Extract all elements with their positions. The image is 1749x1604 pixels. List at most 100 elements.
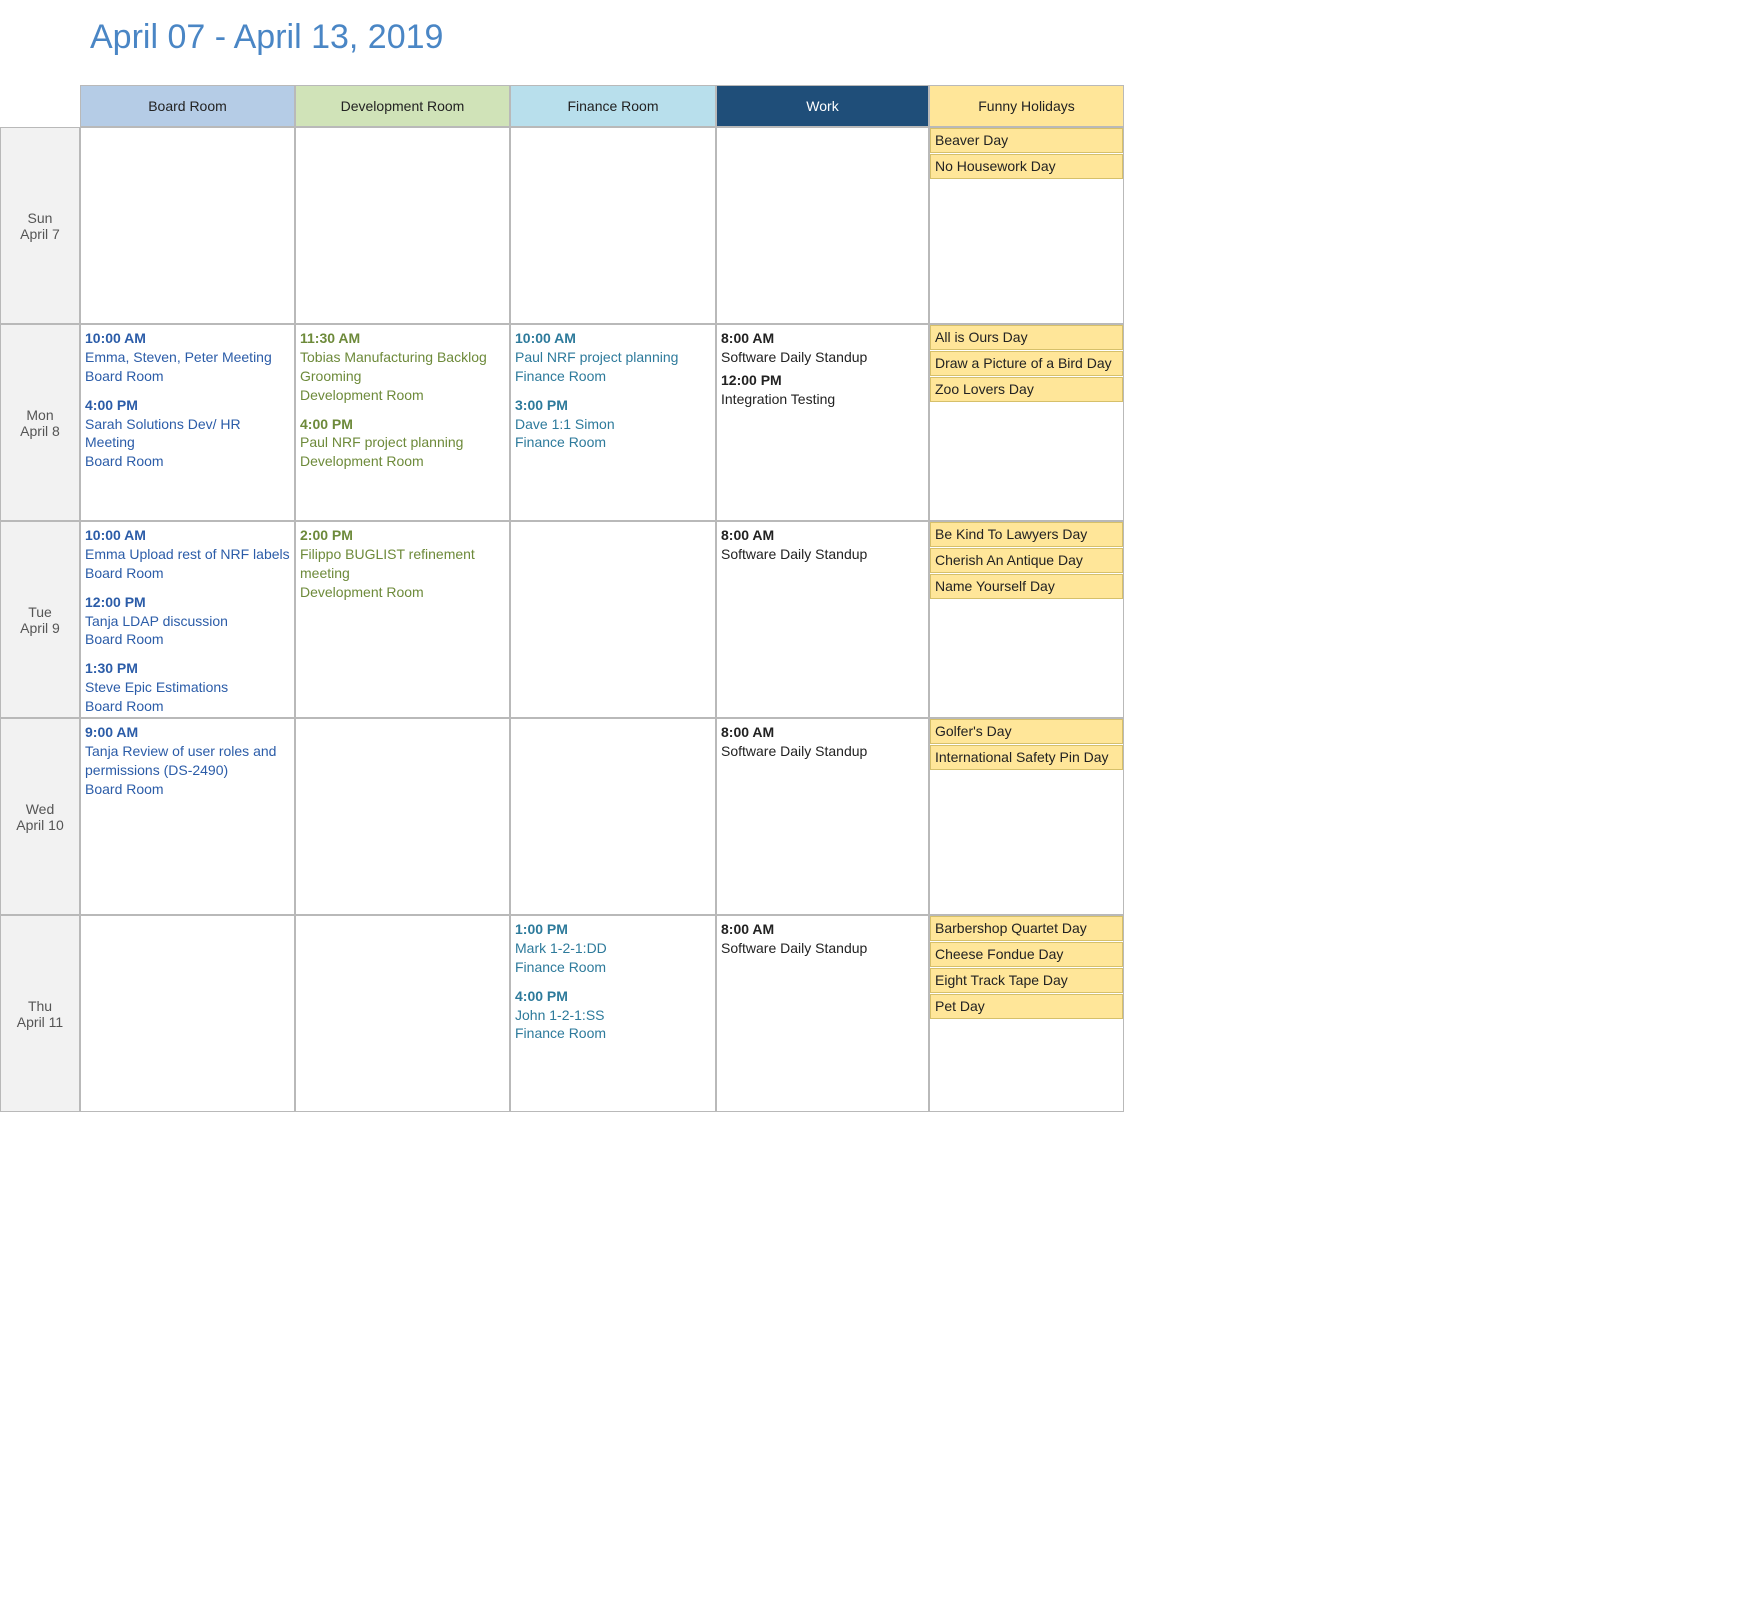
day-label: TueApril 9 — [0, 521, 80, 718]
event-time: 9:00 AM — [85, 723, 290, 742]
event-text: Board Room — [85, 630, 290, 649]
day-dow: Mon — [5, 407, 75, 423]
event-text: Software Daily Standup — [721, 348, 924, 367]
event[interactable]: 10:00 AMEmma, Steven, Peter MeetingBoard… — [85, 329, 290, 386]
event[interactable]: 12:00 PMIntegration Testing — [721, 371, 924, 409]
event[interactable]: 8:00 AMSoftware Daily Standup — [721, 329, 924, 367]
holiday-item[interactable]: Be Kind To Lawyers Day — [930, 522, 1123, 547]
holiday-item[interactable]: Cherish An Antique Day — [930, 548, 1123, 573]
cell-holidays[interactable]: Beaver DayNo Housework Day — [929, 127, 1124, 324]
event[interactable]: 8:00 AMSoftware Daily Standup — [721, 723, 924, 761]
event-text: Tanja LDAP discussion — [85, 612, 290, 631]
cell-dev[interactable] — [295, 127, 510, 324]
cell-work[interactable]: 8:00 AMSoftware Daily Standup — [716, 915, 929, 1112]
event-text: Tanja Review of user roles and permissio… — [85, 742, 290, 780]
holiday-item[interactable]: Draw a Picture of a Bird Day — [930, 351, 1123, 376]
event[interactable]: 4:00 PMSarah Solutions Dev/ HR MeetingBo… — [85, 396, 290, 472]
event[interactable]: 3:00 PMDave 1:1 SimonFinance Room — [515, 396, 711, 453]
event[interactable]: 1:00 PMMark 1-2-1:DDFinance Room — [515, 920, 711, 977]
event-time: 4:00 PM — [300, 415, 505, 434]
event-text: Paul NRF project planning — [300, 433, 505, 452]
holiday-item[interactable]: Zoo Lovers Day — [930, 377, 1123, 402]
event[interactable]: 12:00 PMTanja LDAP discussionBoard Room — [85, 593, 290, 650]
event-text: Finance Room — [515, 433, 711, 452]
cell-work[interactable]: 8:00 AMSoftware Daily Standup — [716, 521, 929, 718]
holiday-item[interactable]: Golfer's Day — [930, 719, 1123, 744]
event-text: Paul NRF project planning — [515, 348, 711, 367]
cell-dev[interactable]: 2:00 PMFilippo BUGLIST refinement meetin… — [295, 521, 510, 718]
event-text: Board Room — [85, 564, 290, 583]
holiday-item[interactable]: Barbershop Quartet Day — [930, 916, 1123, 941]
day-date: April 11 — [5, 1014, 75, 1030]
cell-holidays[interactable]: Golfer's DayInternational Safety Pin Day — [929, 718, 1124, 915]
cell-fin[interactable] — [510, 718, 716, 915]
cell-board[interactable]: 9:00 AMTanja Review of user roles and pe… — [80, 718, 295, 915]
event-text: Filippo BUGLIST refinement meeting — [300, 545, 505, 583]
event[interactable]: 4:00 PMPaul NRF project planningDevelopm… — [300, 415, 505, 472]
cell-work[interactable]: 8:00 AMSoftware Daily Standup 12:00 PMInt… — [716, 324, 929, 521]
event-text: Steve Epic Estimations — [85, 678, 290, 697]
event-text: Board Room — [85, 452, 290, 471]
cell-dev[interactable] — [295, 915, 510, 1112]
cell-holidays[interactable]: Be Kind To Lawyers DayCherish An Antique… — [929, 521, 1124, 718]
day-date: April 7 — [5, 226, 75, 242]
holiday-item[interactable]: All is Ours Day — [930, 325, 1123, 350]
cell-work[interactable] — [716, 127, 929, 324]
holiday-item[interactable]: Pet Day — [930, 994, 1123, 1019]
event-time: 8:00 AM — [721, 526, 924, 545]
day-label: MonApril 8 — [0, 324, 80, 521]
day-dow: Tue — [5, 604, 75, 620]
cell-fin[interactable]: 1:00 PMMark 1-2-1:DDFinance Room 4:00 PMJ… — [510, 915, 716, 1112]
page-title: April 07 - April 13, 2019 — [0, 0, 1749, 85]
holiday-item[interactable]: International Safety Pin Day — [930, 745, 1123, 770]
cell-board[interactable] — [80, 127, 295, 324]
event-text: Emma, Steven, Peter Meeting — [85, 348, 290, 367]
day-date: April 8 — [5, 423, 75, 439]
event-text: Development Room — [300, 386, 505, 405]
cell-dev[interactable]: 11:30 AMTobias Manufacturing Backlog Gro… — [295, 324, 510, 521]
event[interactable]: 1:30 PMSteve Epic EstimationsBoard Room — [85, 659, 290, 716]
cell-fin[interactable] — [510, 521, 716, 718]
cell-work[interactable]: 8:00 AMSoftware Daily Standup — [716, 718, 929, 915]
cell-board[interactable]: 10:00 AMEmma, Steven, Peter MeetingBoard… — [80, 324, 295, 521]
event-text: Development Room — [300, 583, 505, 602]
day-dow: Wed — [5, 801, 75, 817]
cell-fin[interactable]: 10:00 AMPaul NRF project planningFinance… — [510, 324, 716, 521]
event[interactable]: 9:00 AMTanja Review of user roles and pe… — [85, 723, 290, 799]
holiday-item[interactable]: Cheese Fondue Day — [930, 942, 1123, 967]
holiday-item[interactable]: Eight Track Tape Day — [930, 968, 1123, 993]
header-blank — [0, 85, 80, 127]
cell-fin[interactable] — [510, 127, 716, 324]
event-text: Finance Room — [515, 367, 711, 386]
event-time: 2:00 PM — [300, 526, 505, 545]
cell-holidays[interactable]: Barbershop Quartet DayCheese Fondue DayE… — [929, 915, 1124, 1112]
event-text: Finance Room — [515, 958, 711, 977]
event-time: 1:30 PM — [85, 659, 290, 678]
cell-dev[interactable] — [295, 718, 510, 915]
cell-board[interactable] — [80, 915, 295, 1112]
event[interactable]: 2:00 PMFilippo BUGLIST refinement meetin… — [300, 526, 505, 602]
event-text: Software Daily Standup — [721, 545, 924, 564]
event-time: 8:00 AM — [721, 920, 924, 939]
column-header-dev: Development Room — [295, 85, 510, 127]
cell-holidays[interactable]: All is Ours DayDraw a Picture of a Bird … — [929, 324, 1124, 521]
event-text: Dave 1:1 Simon — [515, 415, 711, 434]
event-text: Board Room — [85, 697, 290, 716]
cell-board[interactable]: 10:00 AMEmma Upload rest of NRF labelsBo… — [80, 521, 295, 718]
holiday-item[interactable]: No Housework Day — [930, 154, 1123, 179]
event-text: Software Daily Standup — [721, 939, 924, 958]
event[interactable]: 4:00 PMJohn 1-2-1:SSFinance Room — [515, 987, 711, 1044]
event[interactable]: 8:00 AMSoftware Daily Standup — [721, 526, 924, 564]
holiday-item[interactable]: Beaver Day — [930, 128, 1123, 153]
holiday-item[interactable]: Name Yourself Day — [930, 574, 1123, 599]
event-time: 8:00 AM — [721, 723, 924, 742]
day-dow: Sun — [5, 210, 75, 226]
event[interactable]: 10:00 AMEmma Upload rest of NRF labelsBo… — [85, 526, 290, 583]
event[interactable]: 10:00 AMPaul NRF project planningFinance… — [515, 329, 711, 386]
event-text: Mark 1-2-1:DD — [515, 939, 711, 958]
event-time: 11:30 AM — [300, 329, 505, 348]
event[interactable]: 8:00 AMSoftware Daily Standup — [721, 920, 924, 958]
day-date: April 9 — [5, 620, 75, 636]
event-text: Emma Upload rest of NRF labels — [85, 545, 290, 564]
event[interactable]: 11:30 AMTobias Manufacturing Backlog Gro… — [300, 329, 505, 405]
